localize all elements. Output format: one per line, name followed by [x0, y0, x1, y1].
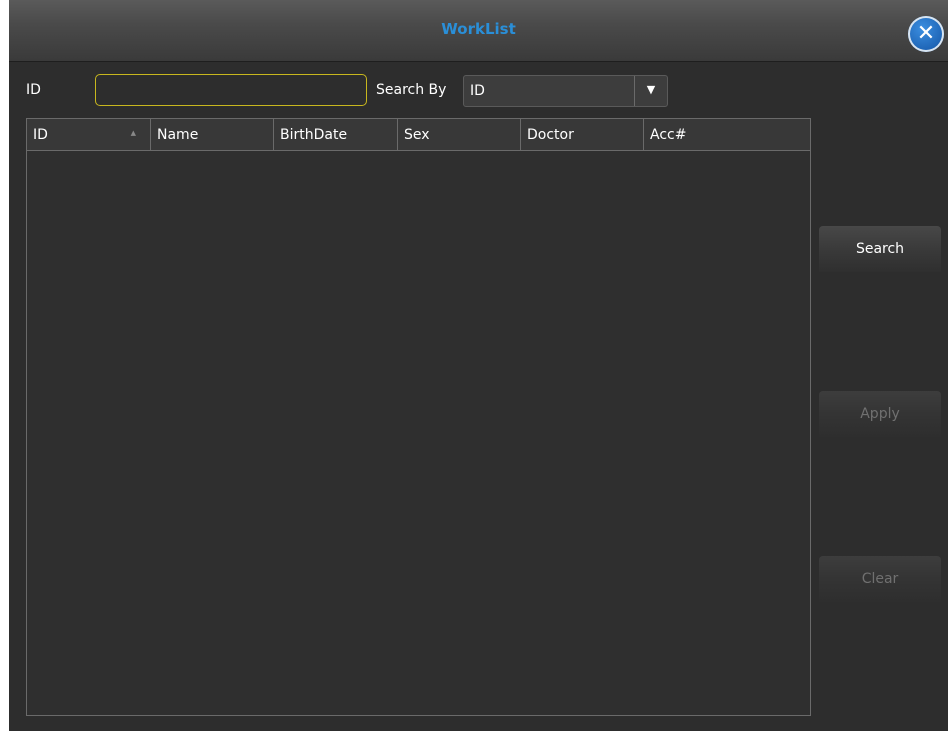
search-by-label: Search By: [376, 82, 447, 98]
column-header-id[interactable]: ID ▲: [27, 119, 151, 150]
id-label: ID: [26, 82, 41, 98]
column-header-acc[interactable]: Acc#: [644, 119, 810, 150]
column-header-birthdate[interactable]: BirthDate: [274, 119, 398, 150]
sort-ascending-icon: ▲: [130, 129, 136, 137]
worklist-dialog: WorkList ✕ ID Search By ID ▼ ID ▲ Name B…: [9, 0, 948, 731]
search-by-select[interactable]: ID ▼: [463, 75, 668, 107]
table-header: ID ▲ Name BirthDate Sex Doctor Acc#: [27, 119, 810, 151]
search-button[interactable]: Search: [819, 226, 941, 272]
column-header-doctor[interactable]: Doctor: [521, 119, 644, 150]
chevron-down-icon[interactable]: ▼: [636, 83, 666, 96]
apply-button[interactable]: Apply: [819, 391, 941, 437]
close-button[interactable]: ✕: [908, 16, 944, 52]
close-icon: ✕: [916, 21, 936, 46]
window-title: WorkList: [441, 20, 516, 38]
column-header-name[interactable]: Name: [151, 119, 274, 150]
search-by-selected-value: ID: [470, 83, 485, 99]
title-bar: WorkList ✕: [9, 0, 948, 62]
worklist-table[interactable]: ID ▲ Name BirthDate Sex Doctor Acc#: [26, 118, 811, 716]
select-divider: [634, 76, 635, 106]
clear-button[interactable]: Clear: [819, 556, 941, 602]
id-search-input[interactable]: [95, 74, 367, 106]
column-header-sex[interactable]: Sex: [398, 119, 521, 150]
